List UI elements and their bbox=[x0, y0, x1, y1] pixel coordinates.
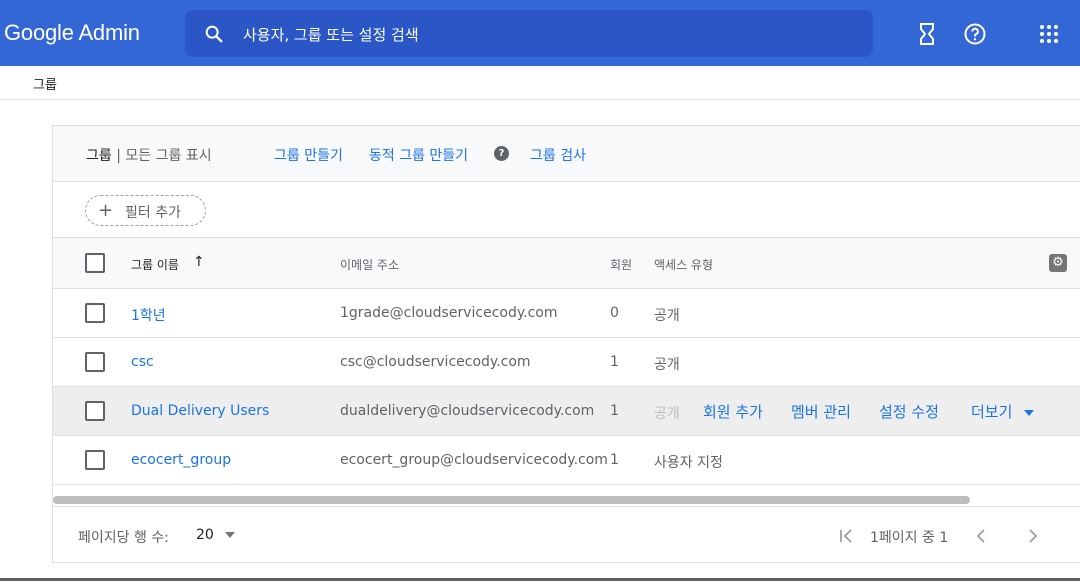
row-checkbox[interactable] bbox=[85, 352, 105, 372]
help-circle-icon[interactable]: ? bbox=[494, 146, 509, 161]
title-show-all: 모든 그룹 표시 bbox=[125, 148, 212, 164]
column-header-members: 회원 bbox=[610, 258, 633, 272]
help-icon[interactable] bbox=[963, 22, 987, 46]
more-label: 더보기 bbox=[971, 403, 1013, 421]
group-member-count: 1 bbox=[610, 452, 619, 468]
table-row[interactable]: Dual Delivery Users dualdelivery@cloudse… bbox=[53, 387, 1080, 436]
scrollbar-thumb[interactable] bbox=[53, 496, 970, 504]
breadcrumb-bar: 그룹 bbox=[0, 66, 1080, 100]
group-name-link[interactable]: 1학년 bbox=[131, 305, 166, 325]
group-member-count: 1 bbox=[610, 403, 619, 419]
card-title: 그룹 | 모든 그룹 표시 bbox=[86, 145, 212, 165]
group-name-link[interactable]: csc bbox=[131, 354, 154, 370]
app-logo[interactable]: Google Admin bbox=[4, 20, 140, 46]
group-email: ecocert_group@cloudservicecody.com bbox=[340, 452, 608, 468]
previous-page-icon[interactable] bbox=[973, 528, 989, 544]
column-header-access: 액세스 유형 bbox=[654, 258, 714, 272]
edit-settings-button[interactable]: 설정 수정 bbox=[879, 401, 939, 422]
group-email: dualdelivery@cloudservicecody.com bbox=[340, 403, 595, 419]
gear-icon[interactable]: ⚙ bbox=[1049, 254, 1067, 272]
first-page-icon[interactable] bbox=[838, 528, 854, 544]
more-button[interactable]: 더보기 bbox=[971, 401, 1035, 422]
add-member-button[interactable]: 회원 추가 bbox=[703, 401, 763, 422]
row-checkbox[interactable] bbox=[85, 401, 105, 421]
group-member-count: 0 bbox=[610, 305, 619, 321]
group-name-link[interactable]: Dual Delivery Users bbox=[131, 403, 269, 419]
select-all-checkbox[interactable] bbox=[85, 253, 105, 273]
manage-members-button[interactable]: 멤버 관리 bbox=[791, 401, 851, 422]
plus-icon: + bbox=[98, 200, 114, 221]
group-access-type: 사용자 지정 bbox=[654, 455, 723, 471]
row-checkbox[interactable] bbox=[85, 303, 105, 323]
rows-per-page-select[interactable]: 20 bbox=[196, 527, 236, 543]
create-group-link[interactable]: 그룹 만들기 bbox=[274, 145, 343, 165]
card-header: 그룹 | 모든 그룹 표시 그룹 만들기 동적 그룹 만들기 ? 그룹 검사 bbox=[53, 126, 1080, 182]
groups-card: 그룹 | 모든 그룹 표시 그룹 만들기 동적 그룹 만들기 ? 그룹 검사 +… bbox=[52, 125, 1080, 563]
add-filter-button[interactable]: + 필터 추가 bbox=[85, 195, 206, 226]
group-access-type: 공개 bbox=[654, 357, 680, 373]
horizontal-scrollbar[interactable] bbox=[53, 494, 1080, 506]
chevron-down-icon bbox=[225, 532, 236, 538]
group-name-link[interactable]: ecocert_group bbox=[131, 452, 231, 468]
table-footer: 페이지당 행 수: 20 1페이지 중 1 bbox=[53, 506, 1080, 564]
table-row[interactable]: csc csc@cloudservicecody.com 1 공개 bbox=[53, 338, 1080, 387]
group-member-count: 1 bbox=[610, 354, 619, 370]
next-page-icon[interactable] bbox=[1025, 528, 1041, 544]
column-header-email: 이메일 주소 bbox=[340, 258, 400, 272]
title-groups: 그룹 bbox=[86, 148, 112, 164]
table-row[interactable]: 1학년 1grade@cloudservicecody.com 0 공개 bbox=[53, 289, 1080, 338]
column-header-name[interactable]: 그룹 이름 bbox=[131, 256, 179, 273]
add-filter-label: 필터 추가 bbox=[125, 205, 181, 221]
dropdown-arrow-icon bbox=[1024, 409, 1035, 416]
table-row[interactable]: ecocert_group ecocert_group@cloudservice… bbox=[53, 436, 1080, 485]
top-app-bar: Google Admin 사용자, 그룹 또는 설정 검색 bbox=[0, 0, 1080, 66]
rows-per-page-label: 페이지당 행 수: bbox=[78, 530, 169, 546]
group-email: csc@cloudservicecody.com bbox=[340, 354, 531, 370]
table-header: 그룹 이름 ↑ 이메일 주소 회원 액세스 유형 ⚙ bbox=[53, 238, 1080, 289]
sort-ascending-icon[interactable]: ↑ bbox=[193, 254, 205, 270]
create-dynamic-group-link[interactable]: 동적 그룹 만들기 bbox=[369, 145, 468, 165]
search-input[interactable]: 사용자, 그룹 또는 설정 검색 bbox=[243, 24, 419, 45]
breadcrumb[interactable]: 그룹 bbox=[33, 74, 57, 93]
group-email: 1grade@cloudservicecody.com bbox=[340, 305, 558, 321]
search-bar[interactable]: 사용자, 그룹 또는 설정 검색 bbox=[185, 10, 873, 57]
hourglass-icon[interactable] bbox=[915, 22, 939, 46]
rows-per-page-value: 20 bbox=[196, 527, 214, 543]
search-icon bbox=[205, 25, 223, 43]
row-checkbox[interactable] bbox=[85, 450, 105, 470]
window-bottom-edge bbox=[0, 578, 1080, 581]
filter-bar: + 필터 추가 bbox=[53, 182, 1080, 238]
inspect-groups-link[interactable]: 그룹 검사 bbox=[530, 145, 586, 165]
group-access-type: 공개 bbox=[654, 308, 680, 324]
title-separator: | bbox=[111, 148, 126, 164]
group-access-type: 공개 bbox=[654, 406, 680, 422]
apps-grid-icon[interactable] bbox=[1037, 22, 1061, 46]
page-info: 1페이지 중 1 bbox=[870, 530, 949, 546]
